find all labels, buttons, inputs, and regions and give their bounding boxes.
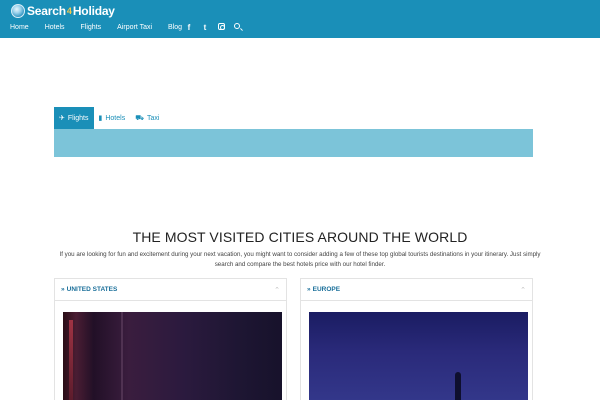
tab-label-flights: Flights	[67, 114, 89, 122]
card-header-europe[interactable]: » EUROPE ⌃	[301, 279, 532, 301]
nav-item-flights[interactable]: Flights	[81, 24, 102, 31]
tab-hotels[interactable]: ▮ Hotels	[94, 107, 131, 129]
logo-text-search: Search	[27, 4, 66, 18]
instagram-icon[interactable]	[213, 22, 229, 32]
tab-taxi[interactable]: ⛟ Taxi	[130, 107, 164, 129]
card-europe: » EUROPE ⌃	[300, 278, 533, 400]
site-logo[interactable]: Search 4 Holiday	[11, 3, 115, 19]
social-icons: f t	[181, 21, 245, 33]
city-image-united-states[interactable]	[63, 312, 282, 400]
search-panel[interactable]	[54, 129, 533, 157]
search-icon[interactable]	[229, 22, 245, 32]
plane-icon: ✈	[59, 115, 65, 122]
tab-flights[interactable]: ✈ Flights	[54, 107, 94, 129]
logo-text-holiday: Holiday	[72, 4, 115, 18]
card-united-states: » UNITED STATES ⌃	[54, 278, 287, 400]
tab-label-taxi: Taxi	[147, 114, 160, 122]
card-title-united-states: » UNITED STATES	[61, 286, 117, 293]
nav-item-airport-taxi[interactable]: Airport Taxi	[117, 24, 152, 31]
logo-separator: 4	[66, 6, 72, 16]
nav-item-home[interactable]: Home	[10, 24, 29, 31]
section-description: If you are looking for fun and excitemen…	[59, 251, 541, 268]
section-title: THE MOST VISITED CITIES AROUND THE WORLD	[132, 229, 468, 245]
globe-logo-icon	[11, 4, 25, 18]
chevron-up-icon[interactable]: ⌃	[520, 286, 526, 294]
facebook-icon[interactable]: f	[181, 23, 197, 32]
tab-label-hotels: Hotels	[105, 114, 126, 122]
twitter-icon[interactable]: t	[197, 23, 213, 32]
car-icon: ⛟	[135, 114, 145, 122]
city-image-europe[interactable]	[309, 312, 528, 400]
search-tabs: ✈ Flights ▮ Hotels ⛟ Taxi	[54, 107, 164, 129]
card-title-text: EUROPE	[312, 286, 341, 293]
chevron-up-icon[interactable]: ⌃	[274, 286, 280, 294]
double-chevron-icon: »	[307, 286, 311, 293]
nav-item-hotels[interactable]: Hotels	[45, 24, 65, 31]
card-header-united-states[interactable]: » UNITED STATES ⌃	[55, 279, 286, 301]
card-title-text: UNITED STATES	[66, 286, 118, 293]
top-header: Search 4 Holiday Home Hotels Flights Air…	[0, 0, 600, 38]
nav-item-blog[interactable]: Blog	[168, 24, 182, 31]
double-chevron-icon: »	[61, 286, 65, 293]
building-icon: ▮	[98, 115, 103, 122]
card-title-europe: » EUROPE	[307, 286, 340, 293]
main-nav: Home Hotels Flights Airport Taxi Blog	[10, 21, 198, 33]
